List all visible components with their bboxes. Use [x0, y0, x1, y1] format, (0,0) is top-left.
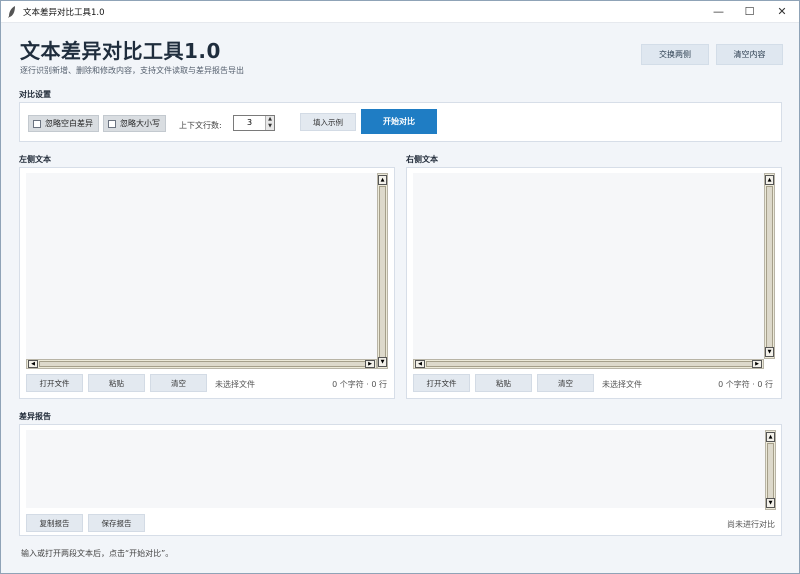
- left-paste-button[interactable]: 粘贴: [88, 374, 145, 392]
- app-subtitle: 逐行识别新增、删除和修改内容，支持文件读取与差异报告导出: [20, 66, 244, 75]
- footer-hint: 输入或打开两段文本后，点击“开始对比”。: [21, 549, 174, 558]
- report-vertical-scrollbar[interactable]: ▲ ▼: [765, 430, 776, 510]
- clear-content-button[interactable]: 清空内容: [716, 44, 783, 65]
- checkbox-box[interactable]: [33, 119, 41, 128]
- minimize-button[interactable]: —: [703, 1, 734, 23]
- scroll-thumb[interactable]: [766, 186, 773, 348]
- scroll-thumb[interactable]: [426, 361, 753, 367]
- app-title: 文本差异对比工具1.0: [20, 39, 221, 63]
- arrow-left-icon[interactable]: ◀: [415, 360, 425, 368]
- copy-report-button[interactable]: 复制报告: [26, 514, 83, 532]
- arrow-down-icon[interactable]: ▼: [378, 357, 387, 367]
- context-lines-label: 上下文行数:: [179, 121, 222, 130]
- settings-section-label: 对比设置: [19, 90, 51, 99]
- report-output[interactable]: [26, 430, 765, 508]
- scroll-thumb[interactable]: [39, 361, 366, 367]
- left-clear-button[interactable]: 清空: [150, 374, 207, 392]
- arrow-right-icon[interactable]: ▶: [365, 360, 375, 368]
- report-section-label: 差异报告: [19, 412, 51, 421]
- app-window: 文本差异对比工具1.0 — ☐ ✕ 文本差异对比工具1.0 逐行识别新增、删除和…: [0, 0, 800, 574]
- left-text-input[interactable]: [26, 173, 378, 359]
- left-vertical-scrollbar[interactable]: ▲ ▼: [377, 173, 388, 369]
- spin-down-icon[interactable]: ▼: [266, 123, 274, 130]
- arrow-up-icon[interactable]: ▲: [765, 175, 774, 185]
- arrow-right-icon[interactable]: ▶: [752, 360, 762, 368]
- arrow-up-icon[interactable]: ▲: [766, 432, 775, 442]
- fill-sample-button[interactable]: 填入示例: [300, 113, 356, 131]
- context-lines-value[interactable]: 3: [234, 116, 265, 130]
- checkbox-box[interactable]: [108, 119, 116, 128]
- left-horizontal-scrollbar[interactable]: ◀ ▶: [26, 359, 377, 369]
- right-vertical-scrollbar[interactable]: ▲ ▼: [764, 173, 775, 359]
- maximize-button[interactable]: ☐: [734, 1, 765, 23]
- start-compare-button[interactable]: 开始对比: [361, 109, 437, 134]
- arrow-left-icon[interactable]: ◀: [28, 360, 38, 368]
- save-report-button[interactable]: 保存报告: [88, 514, 145, 532]
- right-text-label: 右侧文本: [406, 155, 438, 164]
- right-clear-button[interactable]: 清空: [537, 374, 594, 392]
- arrow-down-icon[interactable]: ▼: [765, 347, 774, 357]
- report-status: 尚未进行对比: [727, 520, 775, 529]
- right-paste-button[interactable]: 粘贴: [475, 374, 532, 392]
- swap-sides-button[interactable]: 交换两侧: [641, 44, 709, 65]
- title-bar: 文本差异对比工具1.0 — ☐ ✕: [1, 1, 799, 23]
- close-button[interactable]: ✕: [765, 1, 799, 23]
- scroll-thumb[interactable]: [379, 186, 386, 358]
- ignore-case-label: 忽略大小写: [120, 119, 160, 128]
- ignore-case-checkbox[interactable]: 忽略大小写: [103, 115, 166, 132]
- window-title: 文本差异对比工具1.0: [23, 7, 105, 18]
- right-horizontal-scrollbar[interactable]: ◀ ▶: [413, 359, 764, 369]
- feather-icon: [1, 1, 23, 23]
- arrow-up-icon[interactable]: ▲: [378, 175, 387, 185]
- right-open-file-button[interactable]: 打开文件: [413, 374, 470, 392]
- left-text-label: 左侧文本: [19, 155, 51, 164]
- spin-arrows[interactable]: ▲ ▼: [265, 116, 274, 130]
- ignore-whitespace-label: 忽略空白差异: [45, 119, 93, 128]
- left-open-file-button[interactable]: 打开文件: [26, 374, 83, 392]
- right-count-status: 0 个字符 · 0 行: [718, 380, 773, 389]
- ignore-whitespace-checkbox[interactable]: 忽略空白差异: [28, 115, 99, 132]
- arrow-down-icon[interactable]: ▼: [766, 498, 775, 508]
- right-file-status: 未选择文件: [602, 380, 642, 389]
- left-file-status: 未选择文件: [215, 380, 255, 389]
- left-count-status: 0 个字符 · 0 行: [332, 380, 387, 389]
- context-lines-spinbox[interactable]: 3 ▲ ▼: [233, 115, 275, 131]
- spin-up-icon[interactable]: ▲: [266, 116, 274, 123]
- right-text-input[interactable]: [413, 173, 765, 359]
- scroll-thumb[interactable]: [767, 443, 774, 499]
